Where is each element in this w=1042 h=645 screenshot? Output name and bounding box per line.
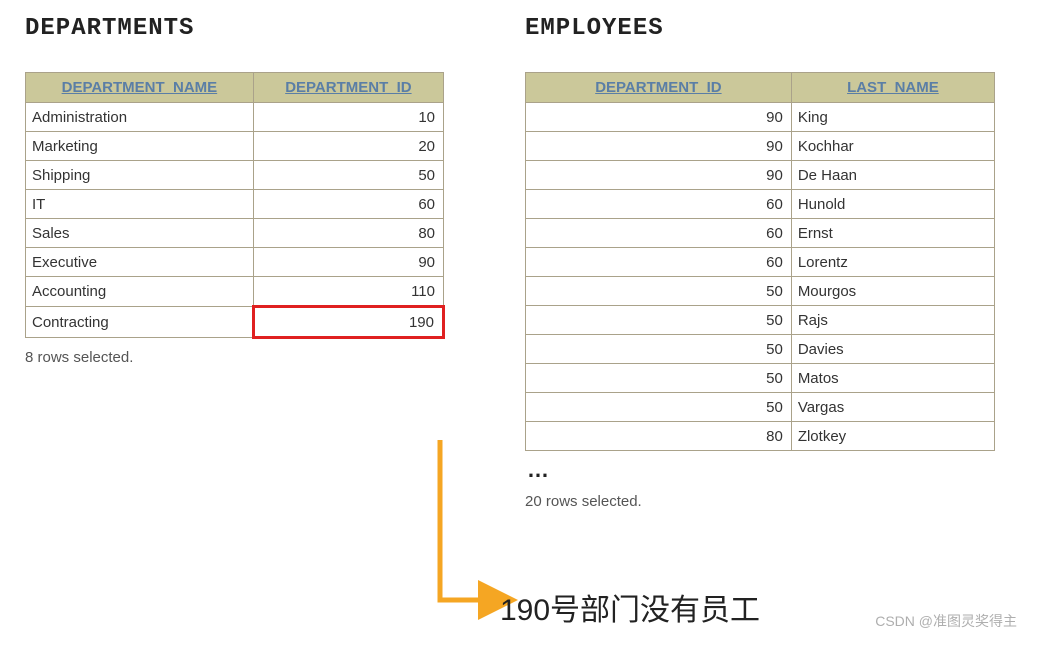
dept-name-cell: IT xyxy=(26,190,254,219)
dept-id-cell: 60 xyxy=(253,190,443,219)
table-row: 60Lorentz xyxy=(526,248,995,277)
table-row: Executive90 xyxy=(26,248,444,277)
table-row: 50Matos xyxy=(526,364,995,393)
dept-id-cell: 20 xyxy=(253,132,443,161)
table-row: 50Mourgos xyxy=(526,277,995,306)
table-row: Administration10 xyxy=(26,103,444,132)
emp-last-name-cell: Vargas xyxy=(791,393,994,422)
emp-dept-id-cell: 60 xyxy=(526,248,792,277)
table-row: Sales80 xyxy=(26,219,444,248)
table-row: 50Davies xyxy=(526,335,995,364)
table-row: 90Kochhar xyxy=(526,132,995,161)
emp-last-name-cell: Davies xyxy=(791,335,994,364)
emp-dept-id-cell: 50 xyxy=(526,335,792,364)
emp-last-name-cell: Rajs xyxy=(791,306,994,335)
emp-last-name-cell: Matos xyxy=(791,364,994,393)
departments-table: DEPARTMENT_NAME DEPARTMENT_ID Administra… xyxy=(25,72,445,339)
departments-header-row: DEPARTMENT_NAME DEPARTMENT_ID xyxy=(26,73,444,103)
emp-last-name-cell: Mourgos xyxy=(791,277,994,306)
emp-last-name-cell: De Haan xyxy=(791,161,994,190)
emp-dept-id-cell: 50 xyxy=(526,277,792,306)
dept-name-cell: Executive xyxy=(26,248,254,277)
departments-footer: 8 rows selected. xyxy=(25,349,445,366)
dept-name-cell: Shipping xyxy=(26,161,254,190)
dept-name-cell: Marketing xyxy=(26,132,254,161)
table-row: 90De Haan xyxy=(526,161,995,190)
employees-header-row: DEPARTMENT_ID LAST_NAME xyxy=(526,73,995,103)
dept-name-header: DEPARTMENT_NAME xyxy=(26,73,254,103)
table-row: Shipping50 xyxy=(26,161,444,190)
table-row: 50Vargas xyxy=(526,393,995,422)
emp-last-name-cell: Ernst xyxy=(791,219,994,248)
employees-title: EMPLOYEES xyxy=(525,15,995,42)
dept-id-cell: 190 xyxy=(253,307,443,338)
dept-name-cell: Contracting xyxy=(26,307,254,338)
table-row: 60Ernst xyxy=(526,219,995,248)
departments-title: DEPARTMENTS xyxy=(25,15,445,42)
dept-id-cell: 80 xyxy=(253,219,443,248)
dept-id-cell: 10 xyxy=(253,103,443,132)
layout: DEPARTMENTS DEPARTMENT_NAME DEPARTMENT_I… xyxy=(25,15,1017,510)
annotation-text: 190号部门没有员工 xyxy=(500,585,760,629)
emp-dept-id-cell: 90 xyxy=(526,161,792,190)
dept-id-header: DEPARTMENT_ID xyxy=(253,73,443,103)
emp-dept-id-cell: 60 xyxy=(526,190,792,219)
dept-name-cell: Sales xyxy=(26,219,254,248)
table-row: 90King xyxy=(526,103,995,132)
emp-dept-id-cell: 90 xyxy=(526,103,792,132)
emp-last-name-cell: Kochhar xyxy=(791,132,994,161)
table-row: IT60 xyxy=(26,190,444,219)
emp-last-name-cell: Lorentz xyxy=(791,248,994,277)
emp-dept-id-cell: 50 xyxy=(526,364,792,393)
dept-name-cell: Administration xyxy=(26,103,254,132)
annotation-arrow: 190号部门没有员工 xyxy=(300,440,1000,630)
table-row: 50Rajs xyxy=(526,306,995,335)
emp-dept-id-cell: 60 xyxy=(526,219,792,248)
table-row: 60Hunold xyxy=(526,190,995,219)
employees-column: EMPLOYEES DEPARTMENT_ID LAST_NAME 90King… xyxy=(525,15,995,510)
table-row: Contracting190 xyxy=(26,307,444,338)
employees-table: DEPARTMENT_ID LAST_NAME 90King90Kochhar9… xyxy=(525,72,995,451)
dept-id-cell: 90 xyxy=(253,248,443,277)
dept-id-cell: 110 xyxy=(253,277,443,307)
departments-column: DEPARTMENTS DEPARTMENT_NAME DEPARTMENT_I… xyxy=(25,15,445,510)
emp-dept-id-header: DEPARTMENT_ID xyxy=(526,73,792,103)
watermark: CSDN @准图灵奖得主 xyxy=(875,611,1017,631)
emp-last-name-cell: King xyxy=(791,103,994,132)
dept-name-cell: Accounting xyxy=(26,277,254,307)
dept-id-cell: 50 xyxy=(253,161,443,190)
emp-dept-id-cell: 50 xyxy=(526,306,792,335)
emp-last-name-header: LAST_NAME xyxy=(791,73,994,103)
emp-last-name-cell: Hunold xyxy=(791,190,994,219)
table-row: Accounting110 xyxy=(26,277,444,307)
table-row: Marketing20 xyxy=(26,132,444,161)
emp-dept-id-cell: 90 xyxy=(526,132,792,161)
emp-dept-id-cell: 50 xyxy=(526,393,792,422)
